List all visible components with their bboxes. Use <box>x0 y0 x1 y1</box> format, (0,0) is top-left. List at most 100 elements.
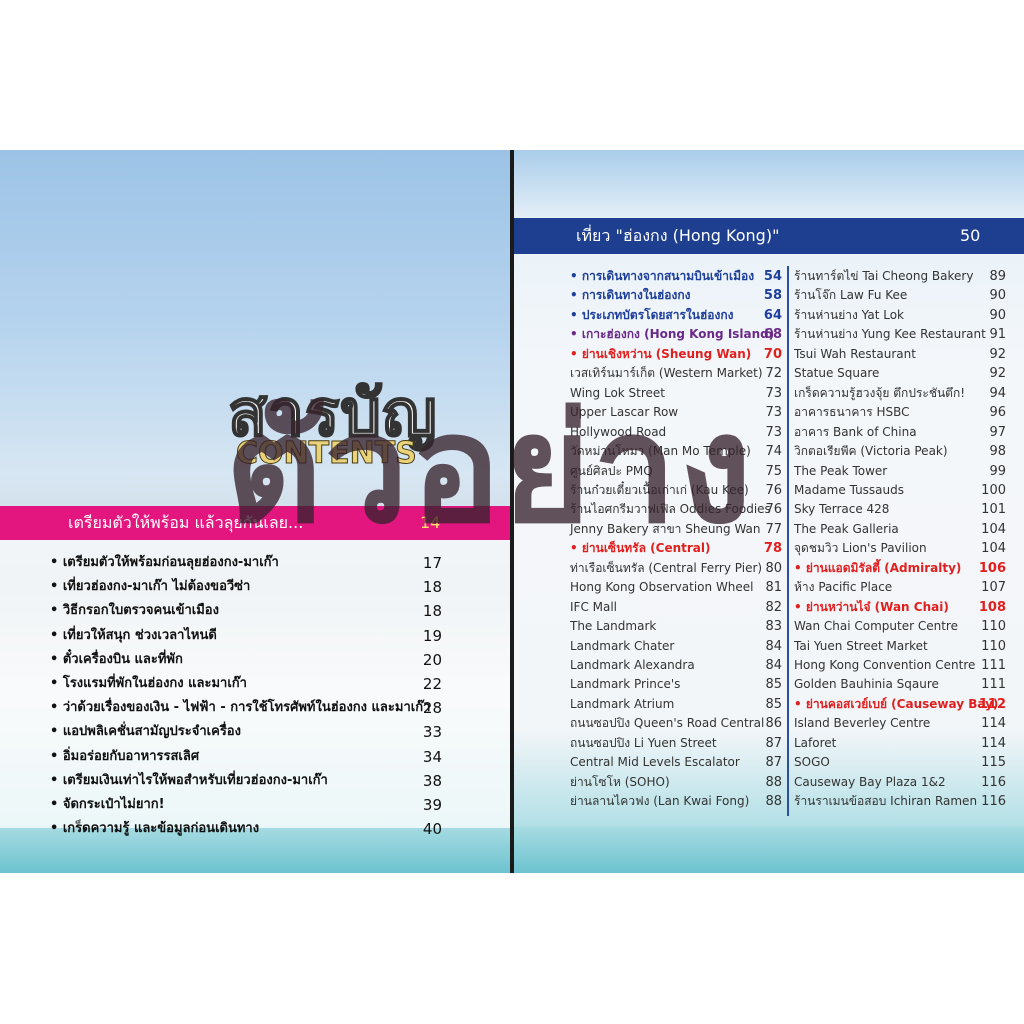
entry-page: 88 <box>765 794 782 810</box>
entry-label: IFC Mall <box>570 599 618 614</box>
entry-label: Madame Tussauds <box>794 482 905 497</box>
entry-label: • เที่ยวฮ่องกง-มาเก๊า ไม่ต้องขอวีซ่า <box>50 579 251 595</box>
entry-label: • ย่านเชิงหว่าน (Sheung Wan) <box>570 346 752 361</box>
entry-page: 92 <box>989 346 1006 362</box>
section-header-hong-kong: เที่ยว "ฮ่องกง (Hong Kong)" 50 <box>514 218 1024 254</box>
toc-entry: อาคารธนาคาร HSBC 96 <box>794 403 1006 423</box>
toc-entry: • ย่านเซ็นทรัล (Central) 78 <box>570 539 782 559</box>
toc-entry: • เที่ยวฮ่องกง-มาเก๊า ไม่ต้องขอวีซ่า 18 <box>50 575 450 599</box>
toc-entry: • โรงแรมที่พักในฮ่องกง และมาเก๊า 22 <box>50 672 450 696</box>
entry-page: 76 <box>765 502 782 518</box>
entry-label: ท่าเรือเซ็นทรัล (Central Ferry Pier) <box>570 560 763 575</box>
entry-page: 85 <box>765 696 782 712</box>
toc-entry: • ว่าด้วยเรื่องของเงิน - ไฟฟ้า - การใช้โ… <box>50 696 450 720</box>
toc-entry: Hollywood Road 73 <box>570 423 782 443</box>
entry-page: 116 <box>981 794 1006 810</box>
entry-label: • เกร็ดความรู้ และข้อมูลก่อนเดินทาง <box>50 821 260 837</box>
sea-background <box>514 827 1024 873</box>
toc-entry: ร้านทาร์ตไข่ Tai Cheong Bakery 89 <box>794 267 1006 287</box>
entry-label: Golden Bauhinia Sqaure <box>794 677 939 692</box>
entry-label: Wing Lok Street <box>570 385 666 400</box>
toc-entry: Jenny Bakery สาขา Sheung Wan 77 <box>570 520 782 540</box>
toc-entry: • ย่านหว่านไจ๋ (Wan Chai) 108 <box>794 598 1006 618</box>
entry-label: ย่านลานไควฟง (Lan Kwai Fong) <box>570 794 750 809</box>
entry-page: 106 <box>978 560 1006 576</box>
entry-label: Sky Terrace 428 <box>794 502 890 517</box>
toc-entry: Sky Terrace 428 101 <box>794 500 1006 520</box>
entry-label: • แอปพลิเคชั่นสามัญประจำเครื่อง <box>50 724 241 740</box>
toc-entry: วัดหม่านโหมว (Man Mo Temple) 74 <box>570 442 782 462</box>
toc-entry: The Peak Galleria 104 <box>794 520 1006 540</box>
toc-entry: ถนนซอปปิง Li Yuen Street 87 <box>570 734 782 754</box>
toc-entry: IFC Mall 82 <box>570 598 782 618</box>
toc-entry: Landmark Prince's 85 <box>570 675 782 695</box>
toc-entry: ย่านลานไควฟง (Lan Kwai Fong) 88 <box>570 792 782 812</box>
entry-page: 87 <box>765 755 782 771</box>
entry-label: เวสเทิร์นมาร์เก็ต (Western Market) <box>570 366 763 381</box>
entry-label: • จัดกระเป๋าไม่ยาก! <box>50 797 165 812</box>
entry-label: อาคาร Bank of China <box>794 424 917 439</box>
entry-label: • การเดินทางจากสนามบินเข้าเมือง <box>570 269 755 283</box>
toc-entry: • เที่ยวให้สนุก ช่วงเวลาไหนดี 19 <box>50 624 450 648</box>
toc-entry: Landmark Alexandra 84 <box>570 656 782 676</box>
entry-page: 112 <box>978 696 1006 712</box>
entry-label: Tsui Wah Restaurant <box>794 346 916 361</box>
entry-label: • อิ่มอร่อยกับอาหารรสเลิศ <box>50 748 200 764</box>
entry-label: The Landmark <box>570 619 657 634</box>
toc-entry: ย่านโซโห (SOHO) 88 <box>570 773 782 793</box>
toc-entry: • ย่านแอดมิรัลตี้ (Admiralty) 106 <box>794 559 1006 579</box>
section-header-prepare: เตรียมตัวให้พร้อม แล้วลุยกันเลย... 14 <box>0 506 510 540</box>
toc-entry: Causeway Bay Plaza 1&2 116 <box>794 773 1006 793</box>
entry-page: 100 <box>981 482 1006 498</box>
entry-page: 111 <box>981 677 1006 693</box>
entry-label: Hollywood Road <box>570 424 667 439</box>
entry-label: ห้าง Pacific Place <box>794 580 893 595</box>
toc-entry: Wing Lok Street 73 <box>570 384 782 404</box>
entry-label: • ย่านหว่านไจ๋ (Wan Chai) <box>794 599 949 614</box>
entry-page: 115 <box>981 755 1006 771</box>
toc-entry: Landmark Chater 84 <box>570 637 782 657</box>
toc-entry: ร้านก๋วยเตี๋ยวเนื้อเก่าเก่ (Kau Kee) 76 <box>570 481 782 501</box>
entry-page: 91 <box>989 327 1006 343</box>
section-title: เตรียมตัวให้พร้อม แล้วลุยกันเลย... <box>68 513 304 532</box>
entry-page: 107 <box>981 580 1006 596</box>
entry-page: 73 <box>765 424 782 440</box>
entry-page: 76 <box>765 482 782 498</box>
toc-entry: • อิ่มอร่อยกับอาหารรสเลิศ 34 <box>50 745 450 769</box>
entry-page: 33 <box>422 723 442 742</box>
section-page: 50 <box>960 226 981 245</box>
entry-page: 111 <box>981 658 1006 673</box>
column-divider <box>787 266 789 816</box>
entry-label: Island Beverley Centre <box>794 716 931 731</box>
entry-label: • เตรียมเงินเท่าไรให้พอสำหรับเที่ยวฮ่องก… <box>50 772 328 788</box>
toc-entry: เวสเทิร์นมาร์เก็ต (Western Market) 72 <box>570 364 782 384</box>
entry-label: Landmark Alexandra <box>570 658 695 672</box>
entry-label: ร้านราเมนข้อสอบ Ichiran Ramen <box>794 794 978 809</box>
entry-label: ย่านโซโห (SOHO) <box>570 774 670 789</box>
toc-entry: • การเดินทางจากสนามบินเข้าเมือง 54 <box>570 267 782 287</box>
toc-entry: • ย่านคอสเวย์เบย์ (Causeway Bay) 112 <box>794 695 1006 715</box>
toc-entry: ห้าง Pacific Place 107 <box>794 578 1006 598</box>
entry-page: 19 <box>422 626 442 645</box>
entry-page: 38 <box>422 771 442 790</box>
entry-page: 39 <box>422 796 442 814</box>
entry-page: 70 <box>763 346 782 362</box>
entry-page: 87 <box>765 735 782 751</box>
entry-label: ถนนซอปปิง Queen's Road Central <box>570 716 765 731</box>
entry-page: 75 <box>765 463 782 479</box>
entry-page: 89 <box>989 269 1006 284</box>
entry-page: 84 <box>765 658 782 673</box>
toc-entry: • เตรียมตัวให้พร้อมก่อนลุยฮ่องกง-มาเก๊า 1… <box>50 551 450 575</box>
toc-entry: Laforet 114 <box>794 734 1006 754</box>
entry-page: 101 <box>981 502 1006 518</box>
entry-label: วัดหม่านโหมว (Man Mo Temple) <box>570 444 751 459</box>
entry-page: 108 <box>978 599 1006 615</box>
entry-label: วิกตอเรียพีค (Victoria Peak) <box>794 444 948 459</box>
entry-label: The Peak Galleria <box>794 521 899 536</box>
entry-label: Causeway Bay Plaza 1&2 <box>794 774 946 789</box>
entry-page: 90 <box>989 307 1006 323</box>
entry-label: Tai Yuen Street Market <box>794 638 928 653</box>
entry-label: • ประเภทบัตรโดยสารในฮ่องกง <box>570 307 734 322</box>
entry-page: 18 <box>422 602 442 621</box>
entry-label: • ย่านคอสเวย์เบย์ (Causeway Bay) <box>794 696 999 711</box>
